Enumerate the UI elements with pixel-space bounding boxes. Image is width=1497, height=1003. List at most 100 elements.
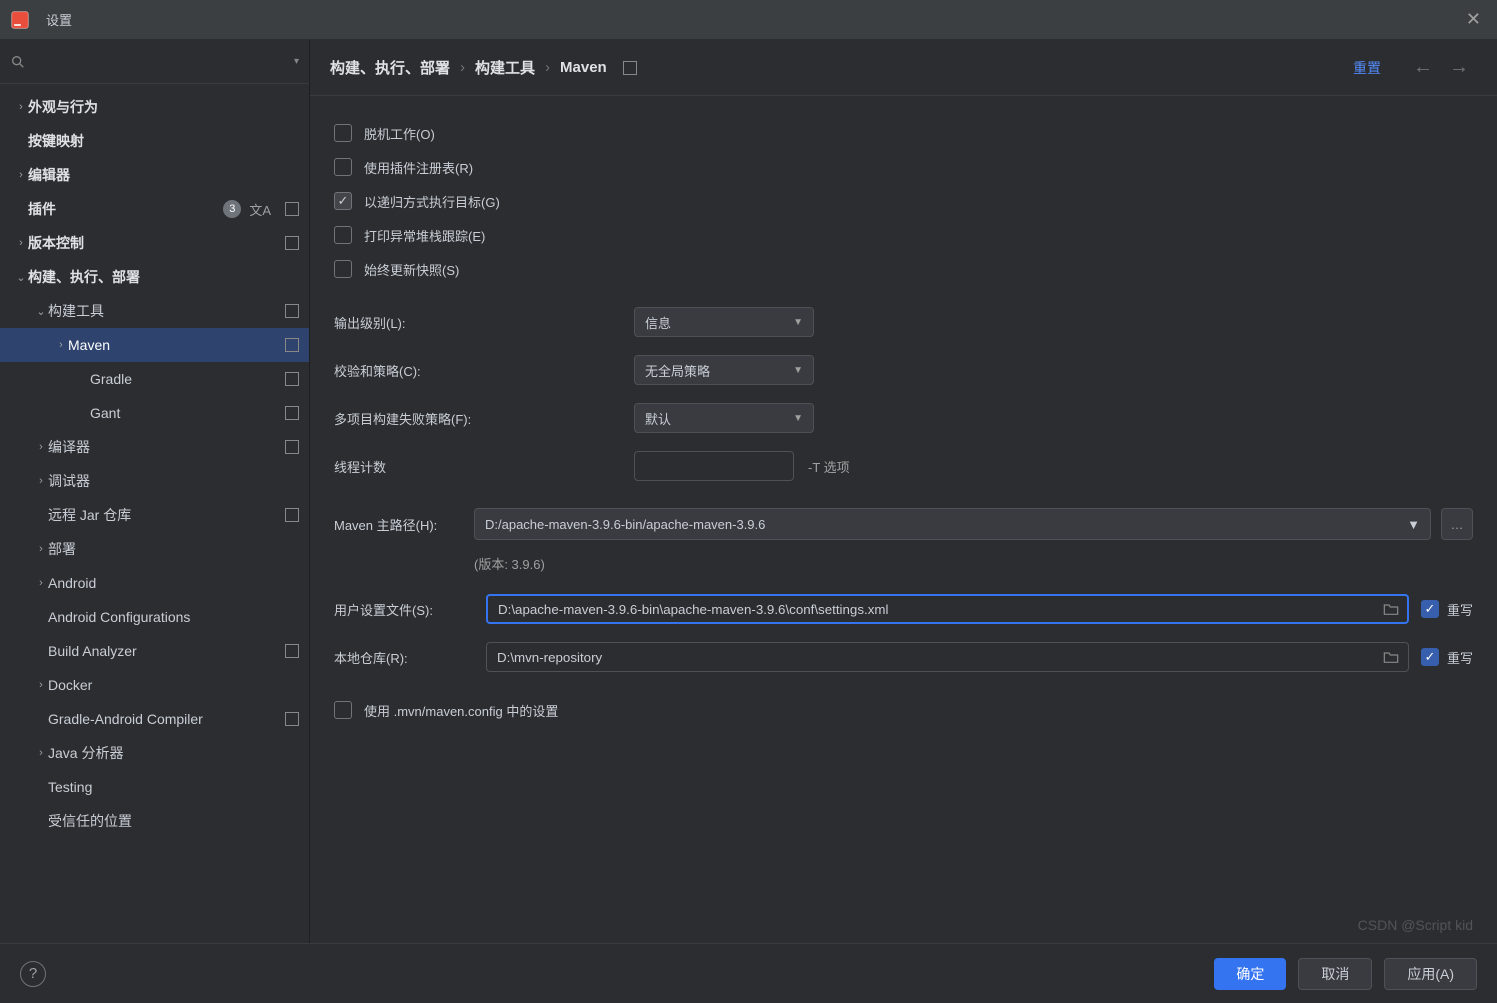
sidebar-item-label: 受信任的位置 [48,811,299,831]
mvnconfig-label: 使用 .mvn/maven.config 中的设置 [364,701,558,720]
sidebar-item-8[interactable]: Gradle [0,362,309,396]
sidebar-item-3[interactable]: 插件3文A [0,192,309,226]
folder-icon[interactable] [1383,602,1399,616]
stack-checkbox[interactable] [334,226,352,244]
chevron-right-icon: › [34,747,48,759]
threads-input[interactable] [634,451,794,481]
mvnconfig-checkbox[interactable] [334,701,352,719]
sidebar-item-9[interactable]: Gant [0,396,309,430]
sidebar-item-label: Gradle-Android Compiler [48,711,279,727]
apply-button[interactable]: 应用(A) [1384,958,1477,990]
offline-checkbox[interactable] [334,124,352,142]
sidebar-item-label: 版本控制 [28,233,279,253]
crumb-2[interactable]: 构建工具 [475,57,535,78]
chevron-right-icon: › [545,59,550,76]
sidebar-item-label: 插件 [28,199,223,219]
checksum-dropdown[interactable]: 无全局策略▼ [634,355,814,385]
window-title: 设置 [46,10,1460,29]
back-icon[interactable]: ← [1405,56,1441,79]
registry-checkbox[interactable] [334,158,352,176]
folder-icon[interactable] [1383,650,1399,664]
snapshot-checkbox[interactable] [334,260,352,278]
sidebar-item-label: 构建、执行、部署 [28,267,299,287]
breadcrumb: 构建、执行、部署 › 构建工具 › Maven [330,57,1353,78]
sidebar-item-4[interactable]: ›版本控制 [0,226,309,260]
user-settings-label: 用户设置文件(S): [334,600,474,619]
sidebar-item-label: Maven [68,337,279,353]
sidebar-item-7[interactable]: ›Maven [0,328,309,362]
titlebar: 设置 ✕ [0,0,1497,40]
content-pane: 构建、执行、部署 › 构建工具 › Maven 重置 ← → 脱机工作(O) 使… [310,40,1497,943]
sidebar-item-label: 调试器 [48,471,299,491]
chevron-right-icon: › [34,441,48,453]
sidebar-item-19[interactable]: ›Java 分析器 [0,736,309,770]
reset-link[interactable]: 重置 [1353,58,1381,78]
sidebar-item-5[interactable]: ⌄构建、执行、部署 [0,260,309,294]
sidebar-item-13[interactable]: ›部署 [0,532,309,566]
crumb-1[interactable]: 构建、执行、部署 [330,57,450,78]
sidebar-item-label: 编辑器 [28,165,299,185]
chevron-right-icon: › [460,59,465,76]
sidebar-item-label: 部署 [48,539,299,559]
chevron-down-icon: ▼ [793,413,803,424]
maven-home-value: D:/apache-maven-3.9.6-bin/apache-maven-3… [485,517,765,532]
chevron-down-icon: ▼ [793,317,803,328]
sidebar-item-20[interactable]: Testing [0,770,309,804]
stack-label: 打印异常堆栈跟踪(E) [364,226,485,245]
sidebar-item-15[interactable]: Android Configurations [0,600,309,634]
chevron-right-icon: › [34,577,48,589]
mmfail-label: 多项目构建失败策略(F): [334,409,634,428]
sidebar-item-0[interactable]: ›外观与行为 [0,90,309,124]
sidebar-item-11[interactable]: ›调试器 [0,464,309,498]
output-level-value: 信息 [645,313,671,332]
search-icon [10,54,26,70]
chevron-right-icon: › [34,475,48,487]
sidebar-item-1[interactable]: 按键映射 [0,124,309,158]
sidebar-item-label: Android [48,575,299,591]
user-settings-override-label: 重写 [1447,600,1473,619]
chevron-down-icon[interactable]: ▾ [294,56,299,67]
chevron-right-icon: › [34,679,48,691]
search-input[interactable] [32,54,294,69]
cancel-button[interactable]: 取消 [1298,958,1372,990]
help-button[interactable]: ? [20,961,46,987]
sidebar-item-2[interactable]: ›编辑器 [0,158,309,192]
sidebar-item-18[interactable]: Gradle-Android Compiler [0,702,309,736]
sidebar-item-17[interactable]: ›Docker [0,668,309,702]
sidebar-item-label: Gant [90,405,279,421]
sidebar-item-14[interactable]: ›Android [0,566,309,600]
maven-home-dropdown[interactable]: D:/apache-maven-3.9.6-bin/apache-maven-3… [474,508,1431,540]
recursive-checkbox[interactable] [334,192,352,210]
sidebar-item-6[interactable]: ⌄构建工具 [0,294,309,328]
snapshot-label: 始终更新快照(S) [364,260,459,279]
sidebar-item-12[interactable]: 远程 Jar 仓库 [0,498,309,532]
sidebar-item-21[interactable]: 受信任的位置 [0,804,309,838]
chevron-down-icon: ⌄ [34,305,48,318]
user-settings-input[interactable] [486,594,1409,624]
project-scope-icon [285,372,299,386]
user-settings-override-checkbox[interactable] [1421,600,1439,618]
chevron-right-icon: › [14,101,28,113]
local-repo-input[interactable] [486,642,1409,672]
output-level-label: 输出级别(L): [334,313,634,332]
ok-button[interactable]: 确定 [1214,958,1286,990]
local-repo-override-checkbox[interactable] [1421,648,1439,666]
project-scope-icon [285,508,299,522]
sidebar-item-16[interactable]: Build Analyzer [0,634,309,668]
maven-version-hint: (版本: 3.9.6) [334,554,1473,573]
project-scope-icon [623,61,637,75]
content-header: 构建、执行、部署 › 构建工具 › Maven 重置 ← → [310,40,1497,96]
maven-home-browse-button[interactable]: … [1441,508,1473,540]
crumb-3[interactable]: Maven [560,59,607,76]
project-scope-icon [285,304,299,318]
mmfail-dropdown[interactable]: 默认▼ [634,403,814,433]
sidebar-item-label: 编译器 [48,437,279,457]
project-scope-icon [285,406,299,420]
close-icon[interactable]: ✕ [1460,9,1487,30]
output-level-dropdown[interactable]: 信息 ▼ [634,307,814,337]
sidebar-item-10[interactable]: ›编译器 [0,430,309,464]
project-scope-icon [285,338,299,352]
forward-icon[interactable]: → [1441,56,1477,79]
settings-pane: 脱机工作(O) 使用插件注册表(R) 以递归方式执行目标(G) 打印异常堆栈跟踪… [310,96,1497,943]
project-scope-icon [285,440,299,454]
